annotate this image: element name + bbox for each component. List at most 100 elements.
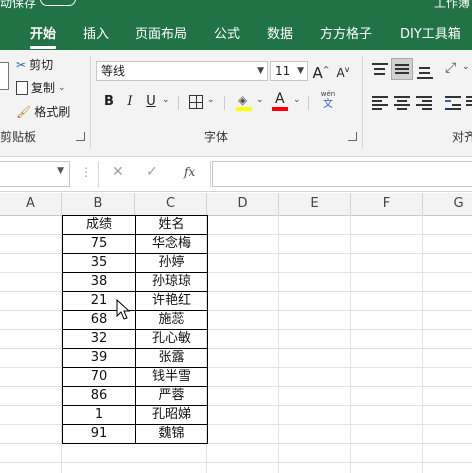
borders-icon[interactable] xyxy=(189,95,203,109)
name-cell[interactable]: 孙琼琼 xyxy=(135,272,208,292)
score-cell[interactable]: 32 xyxy=(62,329,136,349)
align-middle-icon[interactable] xyxy=(391,58,413,80)
separator xyxy=(98,161,99,187)
decrease-font-button[interactable]: Av xyxy=(334,60,352,80)
chevron-down-icon[interactable]: ⌄ xyxy=(207,95,215,105)
chevron-down-icon[interactable]: ⌄ xyxy=(462,62,470,72)
table-row: 35 孙婷 xyxy=(62,253,208,273)
name-cell[interactable]: 张露 xyxy=(135,348,208,368)
align-left-icon[interactable] xyxy=(372,96,388,110)
copy-button[interactable]: 复制 ⌄ xyxy=(16,79,66,96)
name-cell[interactable]: 魏锦 xyxy=(135,424,208,444)
scissors-icon: ✂ xyxy=(16,57,27,72)
cut-label: 剪切 xyxy=(29,58,54,72)
header-cell-name[interactable]: 姓名 xyxy=(135,215,208,235)
table-row: 86 严蓉 xyxy=(62,386,208,406)
name-cell[interactable]: 许艳红 xyxy=(135,291,208,311)
separator xyxy=(178,96,179,110)
align-center-icon[interactable] xyxy=(394,96,410,110)
gridline xyxy=(0,462,472,463)
bold-icon: B xyxy=(104,94,114,109)
chevron-down-icon: ▼ xyxy=(297,66,304,76)
name-cell[interactable]: 严蓉 xyxy=(135,386,208,406)
formula-bar: ▼ ⋮ ✕ ✓ fx xyxy=(0,157,472,192)
chevron-down-icon: ▼ xyxy=(257,66,264,76)
chevron-down-icon[interactable]: ⌄ xyxy=(256,95,264,105)
name-cell[interactable]: 孙婷 xyxy=(135,253,208,273)
drag-handle-icon[interactable]: ⋮ xyxy=(80,165,92,179)
header-cell-score[interactable]: 成绩 xyxy=(62,215,136,235)
underline-button[interactable]: U xyxy=(142,92,160,112)
paste-icon[interactable] xyxy=(0,62,9,90)
column-header-e[interactable]: E xyxy=(279,193,351,215)
ribbon-tabs: 开始 插入 页面布局 公式 数据 方方格子 DIY工具箱 xyxy=(0,10,472,50)
score-cell[interactable]: 75 xyxy=(62,234,136,254)
tab-diy-toolbox[interactable]: DIY工具箱 xyxy=(400,23,461,42)
score-cell[interactable]: 1 xyxy=(62,405,136,425)
fill-color-button[interactable]: ◈ xyxy=(236,93,252,111)
tab-formulas[interactable]: 公式 xyxy=(214,23,240,42)
cell-grid[interactable]: 成绩 姓名 75 华念梅 35 孙婷 38 孙琼琼 21 许艳红 68 施蕊 32 孔心敏 39 张露 70… xyxy=(0,215,472,473)
italic-button[interactable]: I xyxy=(121,92,139,112)
format-painter-button[interactable]: 🖌 格式刷 xyxy=(16,103,70,120)
table-body: 成绩 姓名 75 华念梅 35 孙婷 38 孙琼琼 21 许艳红 68 施蕊 32 孔心敏 39 张露 70… xyxy=(62,215,208,444)
column-header-a[interactable]: A xyxy=(0,193,62,215)
cancel-icon[interactable]: ✕ xyxy=(112,164,124,180)
formula-input[interactable] xyxy=(212,161,472,187)
column-header-d[interactable]: D xyxy=(207,193,279,215)
increase-font-button[interactable]: A^ xyxy=(312,60,330,82)
increase-font-icon: A xyxy=(312,64,323,82)
score-cell[interactable]: 39 xyxy=(62,348,136,368)
bold-button[interactable]: B xyxy=(100,92,118,112)
tab-home[interactable]: 开始 xyxy=(30,23,56,42)
name-cell[interactable]: 孔心敏 xyxy=(135,329,208,349)
name-cell[interactable]: 华念梅 xyxy=(135,234,208,254)
font-group-label: 字体 xyxy=(204,130,229,144)
font-size-combo[interactable]: 11 ▼ xyxy=(270,61,308,81)
table-row: 21 许艳红 xyxy=(62,291,208,311)
column-header-c[interactable]: C xyxy=(135,193,207,215)
name-cell[interactable]: 孔昭娣 xyxy=(135,405,208,425)
tab-data[interactable]: 数据 xyxy=(267,23,293,42)
chevron-down-icon[interactable]: ⌄ xyxy=(162,95,170,105)
cut-button[interactable]: ✂ 剪切 xyxy=(16,56,53,73)
active-tab-indicator xyxy=(30,46,56,49)
orientation-icon[interactable]: ⤢ xyxy=(445,60,456,76)
autosave-toggle[interactable] xyxy=(40,0,76,6)
tab-fangfang[interactable]: 方方格子 xyxy=(320,23,372,42)
score-cell[interactable]: 35 xyxy=(62,253,136,273)
increase-indent-icon[interactable] xyxy=(466,96,472,110)
score-cell[interactable]: 91 xyxy=(62,424,136,444)
title-bar: 动保存 工作簿 xyxy=(0,0,472,10)
font-color-button[interactable]: A xyxy=(272,91,288,111)
decrease-indent-icon[interactable] xyxy=(445,96,461,110)
font-name-combo[interactable]: 等线 ▼ xyxy=(96,61,268,81)
name-cell[interactable]: 钱半雪 xyxy=(135,367,208,387)
alignment-group-label: 对齐 xyxy=(452,130,472,144)
score-cell[interactable]: 38 xyxy=(62,272,136,292)
chevron-down-icon[interactable]: ⌄ xyxy=(293,95,301,105)
font-color-swatch xyxy=(272,107,288,111)
score-cell[interactable]: 70 xyxy=(62,367,136,387)
table-row: 75 华念梅 xyxy=(62,234,208,254)
align-right-icon[interactable] xyxy=(416,96,432,110)
paint-bucket-icon: ◈ xyxy=(238,93,248,107)
score-cell[interactable]: 86 xyxy=(62,386,136,406)
name-cell[interactable]: 施蕊 xyxy=(135,310,208,330)
highlight-swatch xyxy=(236,107,252,111)
align-bottom-icon[interactable] xyxy=(417,62,433,79)
clipboard-launcher-icon[interactable] xyxy=(76,132,85,141)
column-header-g[interactable]: G xyxy=(423,193,472,215)
insert-function-icon[interactable]: fx xyxy=(184,165,195,179)
name-box[interactable]: ▼ xyxy=(0,161,70,187)
autosave-label: 动保存 xyxy=(0,0,37,10)
tab-page-layout[interactable]: 页面布局 xyxy=(135,23,187,42)
column-header-f[interactable]: F xyxy=(351,193,423,215)
tab-insert[interactable]: 插入 xyxy=(83,23,109,42)
column-header-b[interactable]: B xyxy=(62,193,135,215)
chevron-down-icon[interactable]: ▼ xyxy=(57,166,64,176)
enter-icon[interactable]: ✓ xyxy=(146,164,158,180)
font-launcher-icon[interactable] xyxy=(348,132,357,141)
align-top-icon[interactable] xyxy=(372,62,388,78)
phonetic-button[interactable]: wén 文 xyxy=(318,90,338,114)
